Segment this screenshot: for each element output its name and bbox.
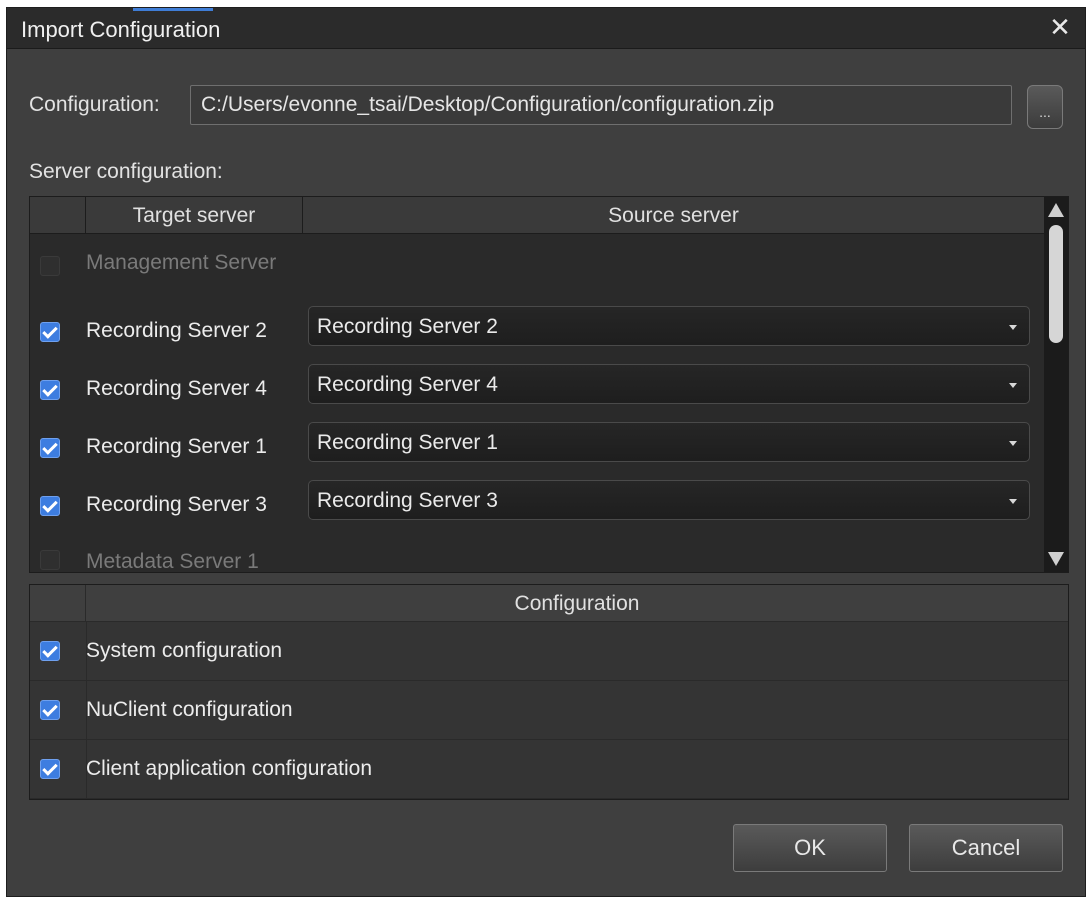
chevron-down-icon xyxy=(1009,499,1017,504)
source-server-value: Recording Server 3 xyxy=(317,489,498,512)
configuration-path-input[interactable] xyxy=(190,85,1012,125)
source-server-value: Recording Server 4 xyxy=(317,373,498,396)
chevron-down-icon xyxy=(1009,383,1017,388)
configuration-table-header: Configuration xyxy=(30,585,1068,622)
dialog-title: Import Configuration xyxy=(21,17,221,42)
source-server-dropdown[interactable]: Recording Server 4 xyxy=(308,364,1030,404)
source-server-dropdown[interactable]: Recording Server 3 xyxy=(308,480,1030,520)
server-row-checkbox[interactable] xyxy=(40,322,60,342)
nuclient-configuration-checkbox[interactable] xyxy=(40,700,60,720)
source-server-value: Recording Server 1 xyxy=(317,431,498,454)
title-accent xyxy=(133,8,213,11)
config-row-nuclient: NuClient configuration xyxy=(30,681,1068,740)
server-row-checkbox[interactable] xyxy=(40,438,60,458)
config-option-label: NuClient configuration xyxy=(86,698,293,721)
server-row-recording-2: Recording Server 2 Recording Server 2 xyxy=(30,292,1044,350)
configuration-column-header: Configuration xyxy=(514,592,640,615)
source-server-value: Recording Server 2 xyxy=(317,315,498,338)
chevron-down-icon xyxy=(1009,441,1017,446)
target-server-name: Recording Server 3 xyxy=(86,493,267,516)
browse-button[interactable]: ... xyxy=(1027,85,1063,129)
config-option-label: Client application configuration xyxy=(86,757,373,780)
target-server-name: Recording Server 2 xyxy=(86,319,267,342)
server-row-recording-3: Recording Server 3 Recording Server 3 xyxy=(30,466,1044,524)
server-configuration-table: Target server Source server Management S… xyxy=(29,196,1069,573)
config-row-client-application: Client application configuration xyxy=(30,740,1068,799)
scroll-down-icon[interactable] xyxy=(1048,552,1064,566)
target-server-name: Recording Server 4 xyxy=(86,377,267,400)
server-row-checkbox[interactable] xyxy=(40,496,60,516)
source-server-dropdown[interactable]: Recording Server 1 xyxy=(308,422,1030,462)
chevron-down-icon xyxy=(1009,325,1017,330)
configuration-label: Configuration: xyxy=(29,93,160,116)
target-server-name: Management Server xyxy=(86,251,277,274)
vertical-scrollbar[interactable] xyxy=(1044,197,1068,572)
target-server-column-header: Target server xyxy=(86,197,303,234)
server-row-checkbox xyxy=(40,256,60,276)
server-row-checkbox[interactable] xyxy=(40,380,60,400)
system-configuration-checkbox[interactable] xyxy=(40,641,60,661)
ok-button[interactable]: OK xyxy=(733,824,887,872)
server-row-metadata-1: Metadata Server 1 xyxy=(30,524,1044,573)
select-column-header xyxy=(30,197,86,234)
server-row-recording-4: Recording Server 4 Recording Server 4 xyxy=(30,350,1044,408)
server-table-header: Target server Source server xyxy=(30,197,1044,234)
source-server-column-header: Source server xyxy=(608,204,739,227)
configuration-options-table: Configuration System configuration NuCli… xyxy=(29,584,1069,800)
scroll-up-icon[interactable] xyxy=(1048,203,1064,217)
source-server-dropdown[interactable]: Recording Server 2 xyxy=(308,306,1030,346)
client-application-configuration-checkbox[interactable] xyxy=(40,759,60,779)
title-bar: Import Configuration ✕ xyxy=(7,8,1085,49)
target-server-name: Metadata Server 1 xyxy=(86,550,259,573)
server-row-checkbox xyxy=(40,550,60,570)
close-icon[interactable]: ✕ xyxy=(1047,14,1073,40)
cancel-button[interactable]: Cancel xyxy=(909,824,1063,872)
server-row-recording-1: Recording Server 1 Recording Server 1 xyxy=(30,408,1044,466)
server-row-management: Management Server xyxy=(30,234,1044,292)
server-configuration-label: Server configuration: xyxy=(29,160,223,183)
config-row-system: System configuration xyxy=(30,622,1068,681)
scrollbar-thumb[interactable] xyxy=(1049,225,1063,343)
import-configuration-dialog: Import Configuration ✕ Configuration: ..… xyxy=(6,7,1086,897)
config-option-label: System configuration xyxy=(86,639,283,662)
select-column-header xyxy=(30,585,86,622)
target-server-name: Recording Server 1 xyxy=(86,435,267,458)
